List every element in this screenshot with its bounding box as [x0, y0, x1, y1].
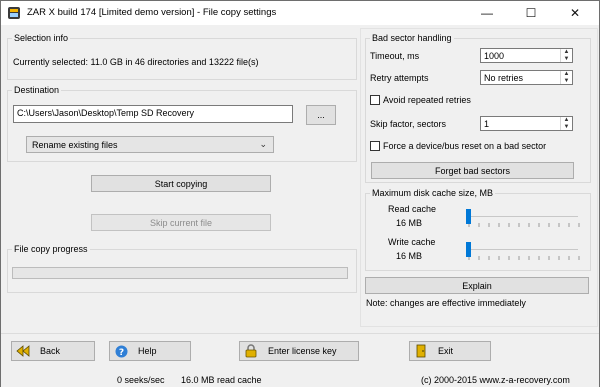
force-reset-label: Force a device/bus reset on a bad sector: [383, 141, 547, 151]
help-button-label: Help: [138, 346, 157, 356]
retry-attempts-value: No retries: [484, 73, 524, 83]
write-cache-track: [468, 249, 578, 250]
bad-sector-label: Bad sector handling: [370, 33, 454, 43]
disk-cache-label: Maximum disk cache size, MB: [370, 188, 496, 198]
spin-down-icon[interactable]: ▼: [561, 78, 572, 85]
exit-button-label: Exit: [438, 346, 454, 356]
write-cache-slider[interactable]: [466, 242, 471, 257]
selection-info-group: Selection info Currently selected: 11.0 …: [7, 33, 357, 80]
copyright-text: (c) 2000-2015 www.z-a-recovery.com: [421, 375, 570, 385]
skip-factor-value: 1: [484, 119, 490, 129]
selection-info-label: Selection info: [12, 33, 71, 43]
main-window: ZAR X build 174 [Limited demo version] -…: [0, 0, 600, 387]
back-arrows-icon: [16, 344, 30, 358]
avoid-repeated-retries-checkbox[interactable]: [370, 95, 380, 105]
back-button[interactable]: Back: [11, 341, 95, 361]
start-copying-button[interactable]: Start copying: [91, 175, 271, 192]
minimize-button[interactable]: —: [465, 1, 509, 25]
force-reset-checkbox[interactable]: [370, 141, 380, 151]
help-icon: ?: [114, 344, 128, 358]
forget-bad-sectors-button[interactable]: Forget bad sectors: [371, 162, 574, 179]
exit-icon: [414, 344, 428, 358]
read-cache-status: 16.0 MB read cache: [181, 375, 262, 385]
title-bar: ZAR X build 174 [Limited demo version] -…: [1, 1, 599, 25]
existing-files-select[interactable]: Rename existing files ⌄: [26, 136, 274, 153]
selection-summary: Currently selected: 11.0 GB in 46 direct…: [13, 57, 259, 67]
retry-attempts-spinner[interactable]: No retries ▲ ▼: [480, 70, 573, 85]
write-cache-label: Write cache: [388, 237, 436, 247]
padlock-icon: [244, 344, 258, 358]
chevron-down-icon: ⌄: [259, 139, 267, 149]
back-button-label: Back: [40, 346, 61, 356]
maximize-button[interactable]: ☐: [509, 1, 553, 25]
read-cache-ticks: [468, 223, 580, 227]
close-button[interactable]: ✕: [553, 1, 597, 25]
bottom-bar: Back ? Help Enter license key Exit 0 see…: [1, 333, 599, 387]
destination-path-input[interactable]: C:\Users\Jason\Desktop\Temp SD Recovery: [13, 105, 293, 123]
window-title: ZAR X build 174 [Limited demo version] -…: [27, 7, 277, 18]
seeks-status: 0 seeks/sec: [117, 375, 165, 385]
disk-cache-group: Maximum disk cache size, MB Read cache 1…: [365, 188, 591, 271]
skip-current-file-button[interactable]: Skip current file: [91, 214, 271, 231]
file-copy-progress-bar: [12, 267, 348, 279]
exit-button[interactable]: Exit: [409, 341, 491, 361]
spin-down-icon[interactable]: ▼: [561, 56, 572, 63]
skip-factor-label: Skip factor, sectors: [370, 119, 447, 129]
explain-button[interactable]: Explain: [365, 277, 589, 294]
timeout-label: Timeout, ms: [370, 51, 420, 61]
existing-files-value: Rename existing files: [32, 140, 118, 150]
retry-attempts-label: Retry attempts: [370, 73, 429, 83]
help-button[interactable]: ? Help: [109, 341, 191, 361]
changes-note: Note: changes are effective immediately: [366, 298, 526, 308]
read-cache-label: Read cache: [388, 204, 437, 214]
file-copy-progress-group: File copy progress: [7, 244, 357, 293]
bad-sector-group: Bad sector handling Timeout, ms 1000 ▲ ▼…: [365, 33, 591, 183]
timeout-value: 1000: [484, 51, 505, 61]
svg-text:?: ?: [118, 348, 123, 358]
destination-group: Destination C:\Users\Jason\Desktop\Temp …: [7, 85, 357, 162]
license-button-label: Enter license key: [268, 346, 337, 356]
read-cache-track: [468, 216, 578, 217]
browse-button[interactable]: ...: [306, 105, 336, 125]
timeout-spinner[interactable]: 1000 ▲ ▼: [480, 48, 573, 63]
spin-down-icon[interactable]: ▼: [561, 124, 572, 131]
avoid-repeated-retries-label: Avoid repeated retries: [383, 95, 471, 105]
write-cache-value: 16 MB: [396, 251, 423, 261]
destination-label: Destination: [12, 85, 62, 95]
zar-app-icon: [7, 6, 21, 20]
skip-factor-spinner[interactable]: 1 ▲ ▼: [480, 116, 573, 131]
read-cache-value: 16 MB: [396, 218, 423, 228]
read-cache-slider[interactable]: [466, 209, 471, 224]
file-copy-progress-label: File copy progress: [12, 244, 90, 254]
write-cache-ticks: [468, 256, 580, 260]
enter-license-key-button[interactable]: Enter license key: [239, 341, 359, 361]
